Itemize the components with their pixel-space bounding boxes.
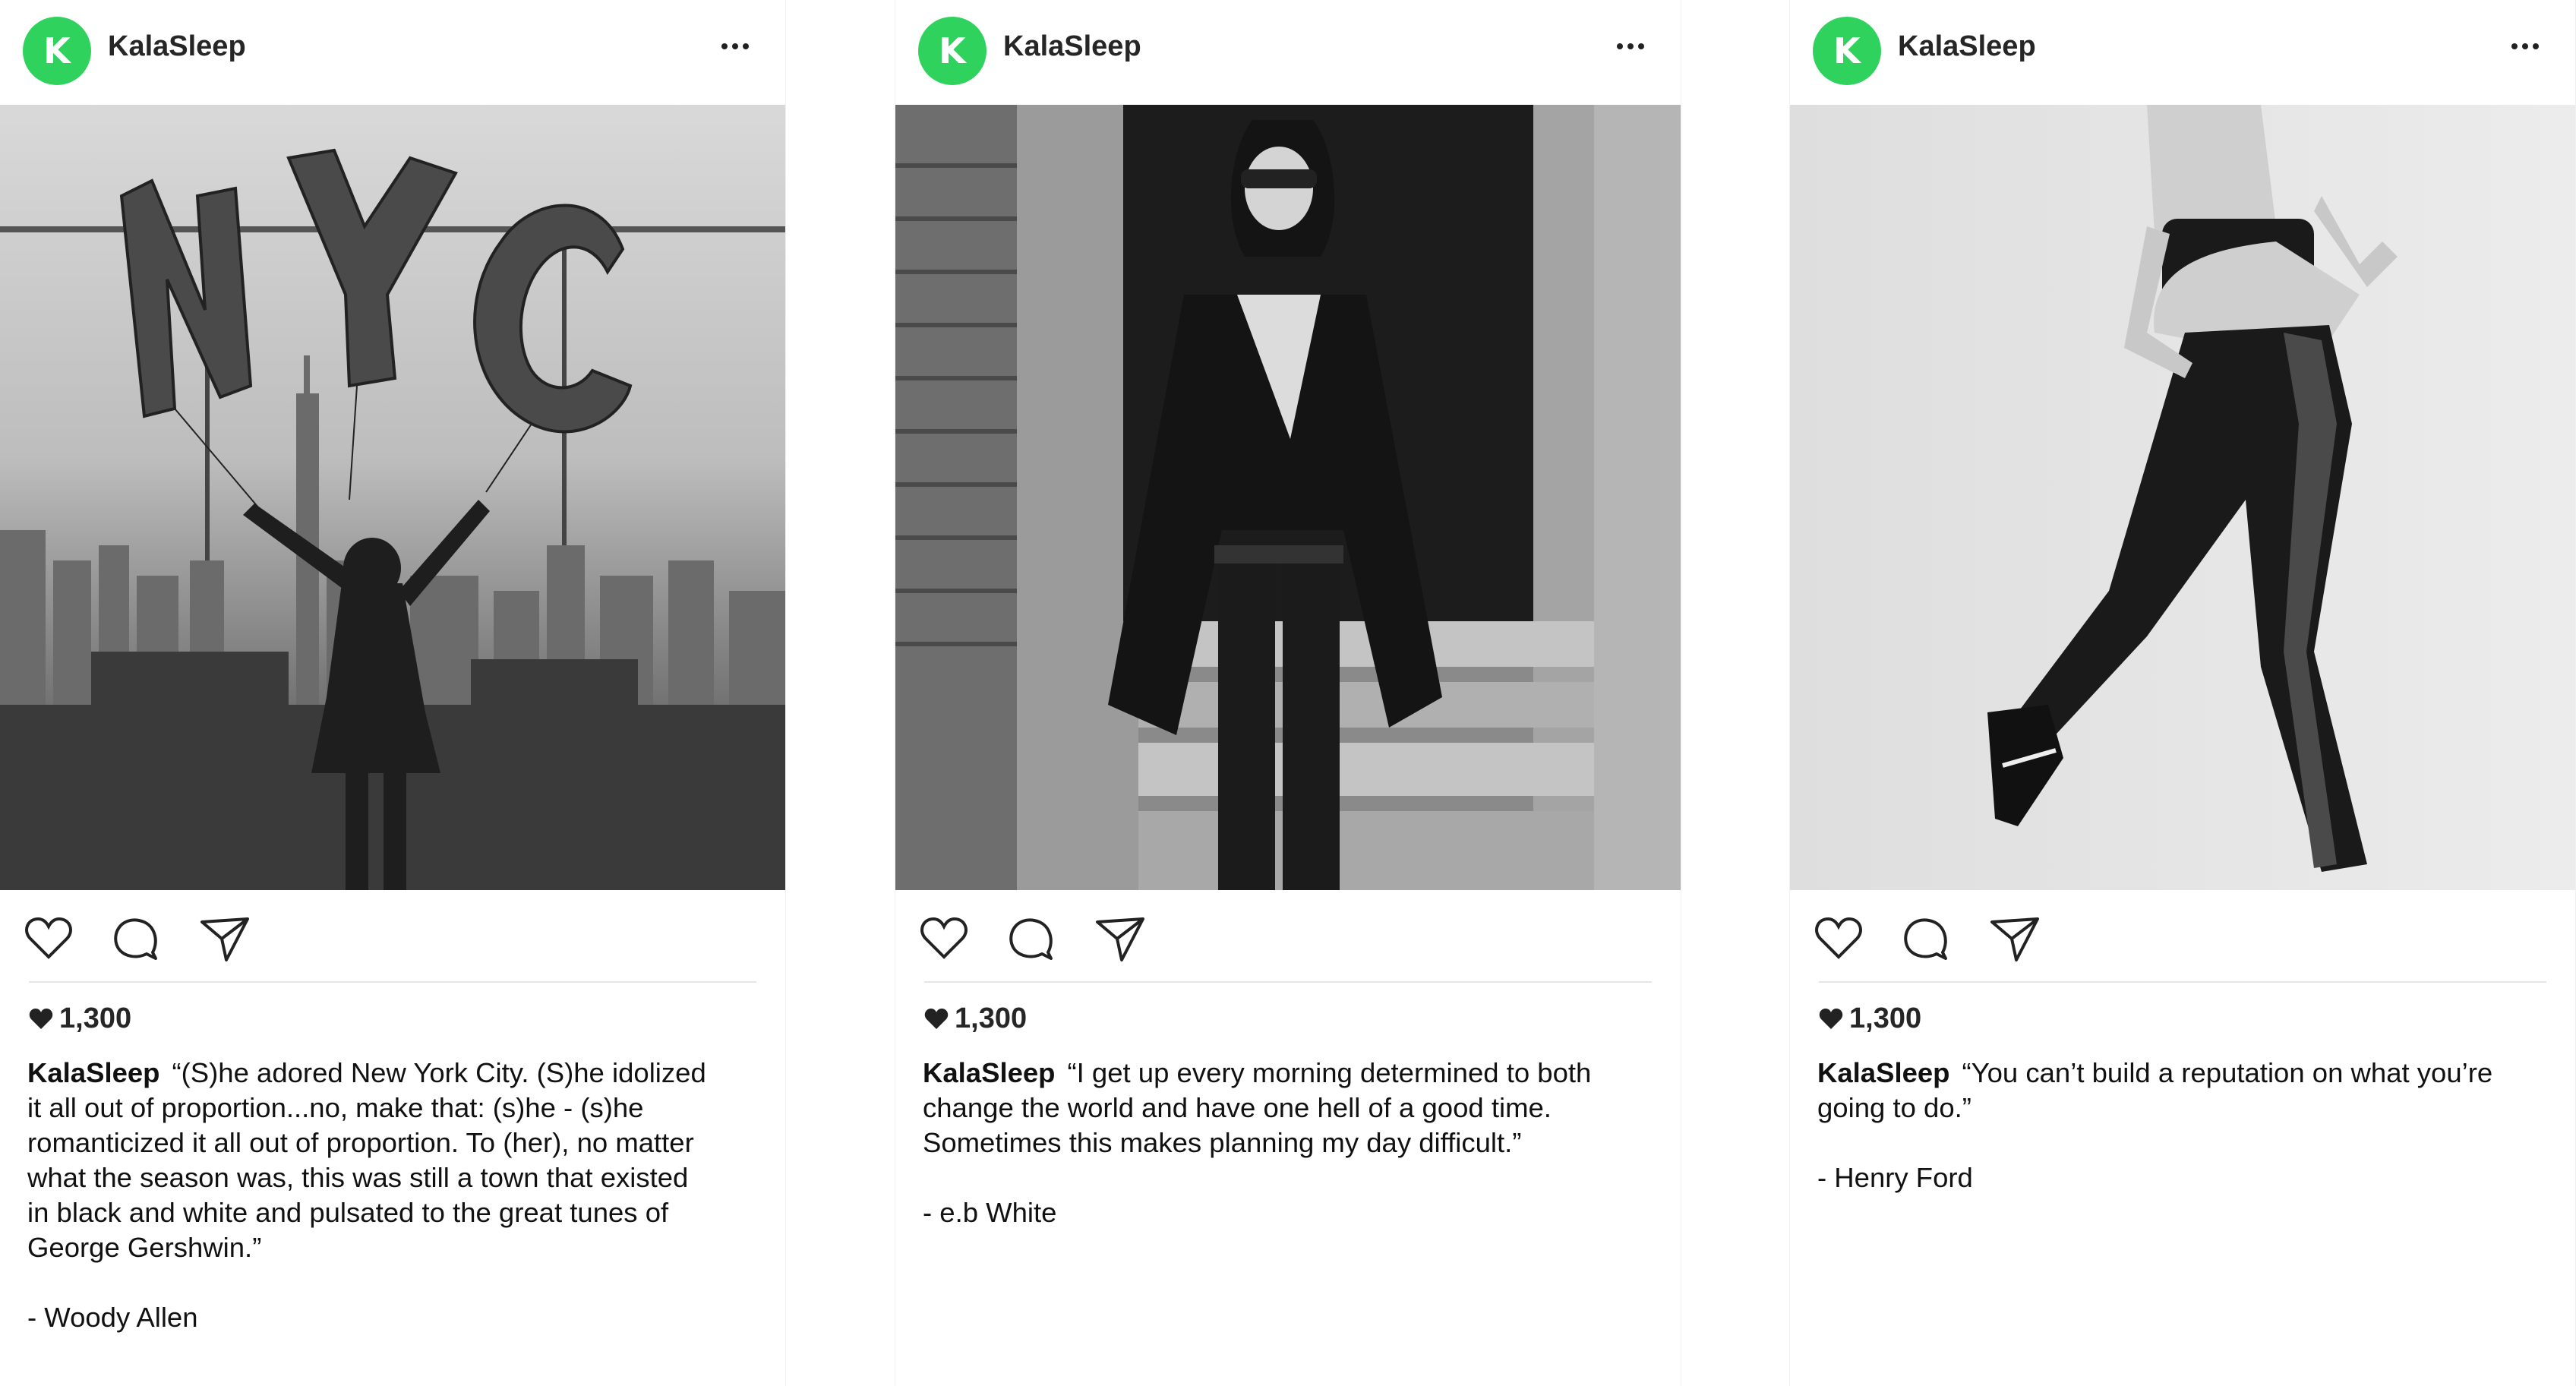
username[interactable]: KalaSleep <box>1003 30 1141 63</box>
comment-icon[interactable] <box>1004 911 1059 966</box>
post-header: K KalaSleep <box>0 0 785 104</box>
post-photo[interactable] <box>895 105 1681 890</box>
divider <box>1819 981 2546 983</box>
caption-username[interactable]: KalaSleep <box>923 1057 1055 1088</box>
username[interactable]: KalaSleep <box>108 30 246 63</box>
post-header: K KalaSleep <box>895 0 1681 104</box>
caption-author: - e.b White <box>923 1197 1057 1228</box>
avatar[interactable]: K <box>1813 17 1881 85</box>
avatar[interactable]: K <box>918 17 987 85</box>
heart-icon[interactable] <box>917 911 971 966</box>
likes-count[interactable]: 1,300 <box>1819 1002 1921 1035</box>
heart-small-icon <box>29 1008 53 1029</box>
avatar-letter: K <box>939 30 966 71</box>
caption-author: - Henry Ford <box>1817 1162 1973 1193</box>
caption-username[interactable]: KalaSleep <box>27 1057 159 1088</box>
username[interactable]: KalaSleep <box>1898 30 2036 63</box>
share-icon[interactable] <box>1093 911 1148 966</box>
post-caption: KalaSleep “(S)he adored New York City. (S… <box>27 1056 711 1335</box>
divider <box>29 981 756 983</box>
likes-value: 1,300 <box>59 1002 132 1034</box>
post-card: K KalaSleep <box>895 0 1681 1386</box>
comment-icon[interactable] <box>1899 911 1953 966</box>
likes-count[interactable]: 1,300 <box>924 1002 1027 1035</box>
divider <box>924 981 1652 983</box>
more-icon[interactable] <box>1617 39 1650 55</box>
more-icon[interactable] <box>2511 39 2545 55</box>
post-photo[interactable] <box>1790 105 2575 890</box>
post-card: K KalaSleep <box>1790 0 2575 1386</box>
post-caption: KalaSleep “You can’t build a reputation o… <box>1817 1056 2501 1195</box>
post-card: K KalaSleep <box>0 0 785 1386</box>
avatar[interactable]: K <box>23 17 91 85</box>
avatar-letter: K <box>43 30 71 71</box>
post-actions <box>21 911 325 965</box>
more-icon[interactable] <box>721 39 755 55</box>
likes-count[interactable]: 1,300 <box>29 1002 131 1035</box>
post-actions <box>1811 911 2115 965</box>
heart-small-icon <box>924 1008 949 1029</box>
post-header: K KalaSleep <box>1790 0 2575 104</box>
caption-author: - Woody Allen <box>27 1302 198 1333</box>
post-actions <box>917 911 1220 965</box>
heart-icon[interactable] <box>21 911 76 966</box>
heart-small-icon <box>1819 1008 1843 1029</box>
post-caption: KalaSleep “I get up every morning determi… <box>923 1056 1606 1230</box>
likes-value: 1,300 <box>955 1002 1028 1034</box>
caption-username[interactable]: KalaSleep <box>1817 1057 1949 1088</box>
likes-value: 1,300 <box>1849 1002 1922 1034</box>
share-icon[interactable] <box>197 911 252 966</box>
avatar-letter: K <box>1833 30 1861 71</box>
heart-icon[interactable] <box>1811 911 1866 966</box>
comment-icon[interactable] <box>109 911 163 966</box>
share-icon[interactable] <box>1987 911 2042 966</box>
post-photo[interactable] <box>0 105 785 890</box>
